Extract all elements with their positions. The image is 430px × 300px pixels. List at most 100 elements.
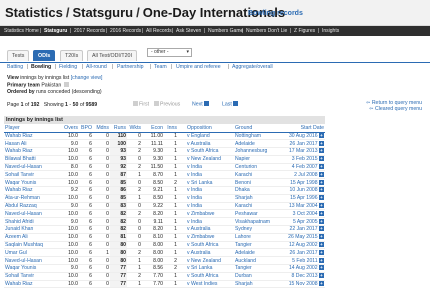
expand-icon[interactable]: + <box>319 265 324 271</box>
tab-all-formats[interactable]: All Test/ODI/T20I <box>87 50 137 61</box>
cell-start-date[interactable]: 12 Aug 2002 + <box>286 241 325 250</box>
expand-icon[interactable]: + <box>319 249 324 255</box>
col-wkts[interactable]: Wkts <box>127 124 142 133</box>
nav-item-statistics-home[interactable]: Statistics Home <box>4 28 39 34</box>
cell-player[interactable]: Saqlain Mushtaq <box>4 241 59 250</box>
expand-icon[interactable]: + <box>319 234 324 240</box>
cell-player[interactable]: Naved-ul-Hasan <box>4 256 59 266</box>
cell-player[interactable]: Hasan Ali <box>4 139 59 149</box>
cell-player[interactable]: Umar Gul <box>4 248 59 258</box>
cell-player[interactable]: Naved-ul-Hasan <box>4 209 59 219</box>
cell-opposition[interactable]: v India <box>186 217 234 227</box>
nav-item-2017-records[interactable]: 2017 Records <box>74 28 105 34</box>
cell-start-date[interactable]: 26 Jan 2017 + <box>286 248 325 258</box>
subnav-bowling[interactable]: Bowling <box>31 64 51 70</box>
cell-start-date[interactable]: 22 Jan 2017 + <box>286 225 325 234</box>
expand-icon[interactable]: + <box>319 210 324 216</box>
nav-item-insights[interactable]: Insights <box>322 28 339 34</box>
subnav-fielding[interactable]: Fielding <box>59 64 77 70</box>
cell-opposition[interactable]: v South Africa <box>186 272 234 281</box>
cell-player[interactable]: Wahab Riaz <box>4 147 59 156</box>
nav-item-numbers-game[interactable]: Numbers Game <box>208 28 243 34</box>
cell-start-date[interactable]: 8 Dec 2013 + <box>286 272 325 281</box>
remove-icon[interactable] <box>63 82 69 87</box>
cell-ground[interactable]: Sharjah <box>234 194 286 203</box>
cell-opposition[interactable]: v Australia <box>186 248 234 258</box>
cell-ground[interactable]: Karachi <box>234 202 286 211</box>
expand-icon[interactable]: + <box>319 164 324 170</box>
cell-opposition[interactable]: v India <box>186 194 234 203</box>
cell-opposition[interactable]: v Australia <box>186 225 234 234</box>
col-inns[interactable]: Inns <box>164 124 178 133</box>
title-statistics[interactable]: Statistics <box>5 5 63 20</box>
col-opposition[interactable]: Opposition <box>186 124 234 133</box>
expand-icon[interactable]: + <box>319 187 324 193</box>
col-player[interactable]: Player <box>4 124 59 133</box>
next-page-button[interactable]: Next <box>192 101 210 108</box>
cell-opposition[interactable]: v Zimbabwe <box>186 209 234 219</box>
cell-opposition[interactable]: v Australia <box>186 139 234 149</box>
cell-start-date[interactable]: 17 Mar 2013 + <box>286 147 325 156</box>
cell-player[interactable]: Naved-ul-Hasan <box>4 163 59 172</box>
cell-ground[interactable]: Auckland <box>234 256 286 266</box>
cell-player[interactable]: Sohail Tanvir <box>4 170 59 180</box>
subnav-partnership[interactable]: Partnership <box>117 64 144 70</box>
cell-player[interactable]: Junaid Khan <box>4 225 59 234</box>
col-runs[interactable]: Runs <box>110 124 127 133</box>
first-page-button[interactable]: First <box>132 101 149 108</box>
cell-player[interactable]: Bilawal Bhatti <box>4 155 59 164</box>
cell-opposition[interactable]: v India <box>186 202 234 211</box>
expand-icon[interactable]: + <box>319 195 324 201</box>
subnav-batting[interactable]: Batting <box>7 64 23 70</box>
cell-start-date[interactable]: 10 Jun 2008 + <box>286 186 325 195</box>
expand-icon[interactable]: + <box>319 281 324 287</box>
change-view-link[interactable]: [change view] <box>71 75 103 81</box>
tab-tests[interactable]: Tests <box>7 50 30 61</box>
cell-player[interactable]: Waqar Younis <box>4 178 59 188</box>
cell-ground[interactable]: Durban <box>234 272 286 281</box>
col-mdns[interactable]: Mdns <box>93 124 110 133</box>
cell-ground[interactable]: Sharjah <box>234 280 286 289</box>
cell-start-date[interactable]: 14 Aug 2002 + <box>286 264 325 273</box>
cell-player[interactable]: Waqar Younis <box>4 264 59 273</box>
cell-opposition[interactable]: v India <box>186 186 234 195</box>
cell-ground[interactable]: Johannesburg <box>234 147 286 156</box>
cell-opposition[interactable]: v New Zealand <box>186 155 234 164</box>
expand-icon[interactable]: + <box>319 179 324 185</box>
cell-player[interactable]: Abdul Razzaq <box>4 202 59 211</box>
cell-ground[interactable]: Peshawar <box>234 209 286 219</box>
expand-icon[interactable]: + <box>319 140 324 146</box>
cell-opposition[interactable]: v South Africa <box>186 147 234 156</box>
cell-opposition[interactable]: v West Indies <box>186 280 234 289</box>
expand-icon[interactable]: + <box>319 273 324 279</box>
col-start-date[interactable]: Start Date <box>286 124 325 133</box>
nav-item-ask-steven[interactable]: Ask Steven <box>176 28 201 34</box>
expand-icon[interactable]: + <box>319 203 324 209</box>
expand-icon[interactable]: + <box>319 156 324 162</box>
subnav-team[interactable]: Team <box>154 64 167 70</box>
cell-start-date[interactable]: 2 Jul 2008 + <box>286 170 325 180</box>
cell-player[interactable]: Sohail Tanvir <box>4 272 59 281</box>
expand-icon[interactable]: + <box>319 257 324 263</box>
cell-ground[interactable]: Karachi <box>234 170 286 180</box>
cell-player[interactable]: Wahab Riaz <box>4 132 59 141</box>
nav-item-numbers-dont-lie[interactable]: Numbers Don't Lie <box>246 28 287 34</box>
cell-ground[interactable]: Benoni <box>234 178 286 188</box>
subnav-umpire-referee[interactable]: Umpire and referee <box>176 64 221 70</box>
tab-odis[interactable]: ODIs <box>33 50 56 61</box>
nav-item-all-records[interactable]: All Records <box>146 28 172 34</box>
cell-ground[interactable]: Visakhapatnam <box>234 217 286 227</box>
cell-ground[interactable]: Nottingham <box>234 132 286 141</box>
nav-item-z-figures[interactable]: Z Figures <box>294 28 315 34</box>
expand-icon[interactable]: + <box>319 226 324 232</box>
cell-opposition[interactable]: v Zimbabwe <box>186 233 234 242</box>
cell-start-date[interactable]: 4 Feb 2007 + <box>286 163 325 172</box>
cell-ground[interactable]: Lahore <box>234 233 286 242</box>
last-page-button[interactable]: Last <box>222 101 239 108</box>
cell-start-date[interactable]: 26 May 2015 + <box>286 233 325 242</box>
cell-ground[interactable]: Tangier <box>234 264 286 273</box>
cell-opposition[interactable]: v South Africa <box>186 241 234 250</box>
previous-page-button[interactable]: Previous <box>153 101 180 108</box>
cell-ground[interactable]: Tangier <box>234 241 286 250</box>
expand-icon[interactable]: + <box>319 218 324 224</box>
